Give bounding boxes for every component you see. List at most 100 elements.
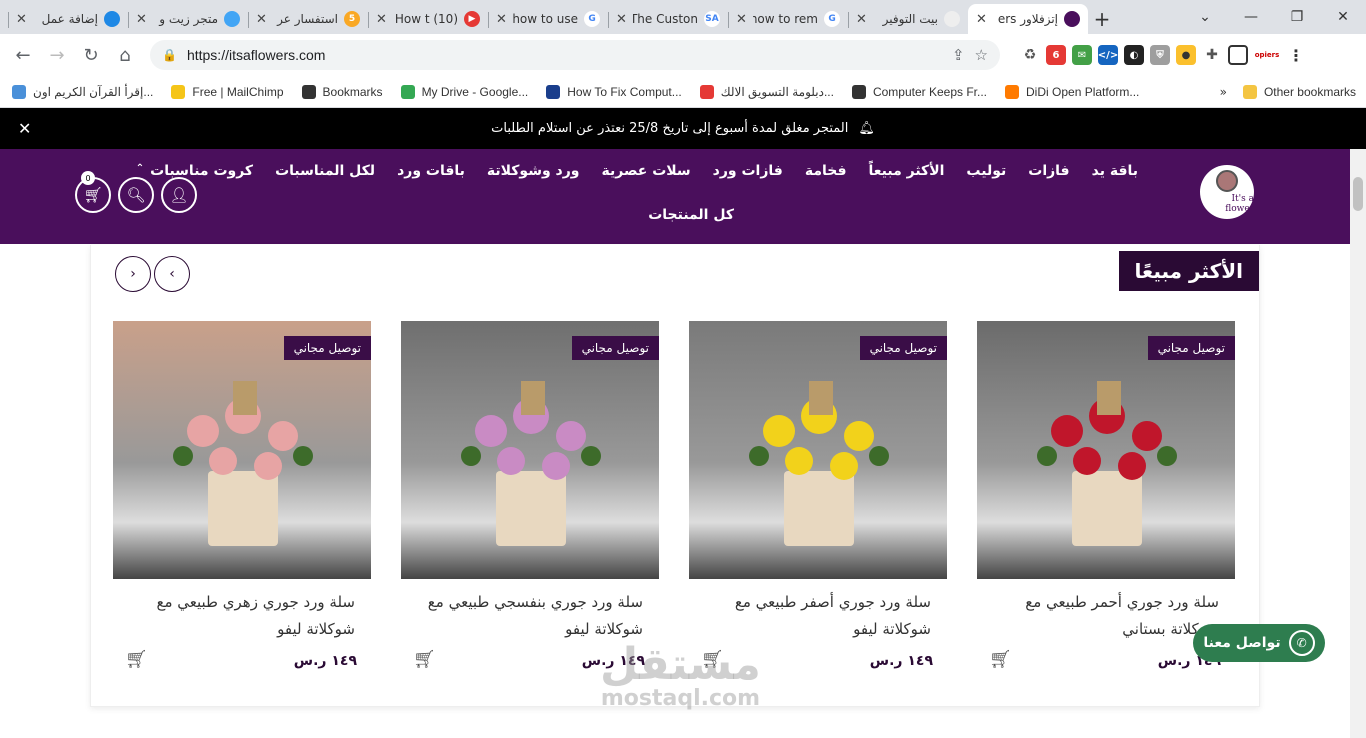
product-card[interactable]: توصيل مجاني سلة ورد جوري بنفسجي طبيعي مع …: [401, 321, 659, 670]
menu-item[interactable]: فخامة: [805, 163, 847, 179]
product-name[interactable]: سلة ورد جوري زهري طبيعي مع شوكلاتة ليفو: [113, 589, 363, 643]
ext-dark-icon[interactable]: ◐: [1124, 45, 1144, 65]
carousel-next-button[interactable]: ›: [115, 256, 151, 292]
product-card[interactable]: توصيل مجاني سلة ورد جوري أصفر طبيعي مع شو…: [689, 321, 947, 670]
close-icon[interactable]: ✕: [18, 119, 31, 138]
back-icon[interactable]: ←: [8, 40, 38, 70]
search-button[interactable]: 🔍︎: [118, 177, 154, 213]
browser-tab[interactable]: ▶ (10) How t ✕: [368, 4, 488, 34]
browser-tab[interactable]: إضافة عمل ✕: [8, 4, 128, 34]
site-logo[interactable]: It's a flower: [1200, 165, 1254, 219]
menu-item[interactable]: سلات عصرية: [602, 163, 691, 179]
tab-close-icon[interactable]: ✕: [616, 12, 627, 27]
browser-tab[interactable]: Ghow to use ✕: [488, 4, 608, 34]
profile-ext-icon[interactable]: opiers: [1254, 45, 1280, 65]
product-price: ١٤٩ ر.س: [293, 653, 357, 669]
tab-title: The Custon: [632, 12, 698, 26]
ext-green-icon[interactable]: ✉: [1072, 45, 1092, 65]
tab-close-icon[interactable]: ✕: [496, 12, 507, 27]
ext-shield-icon[interactable]: ⛨: [1150, 45, 1170, 65]
ext-yellow-icon[interactable]: ●: [1176, 45, 1196, 65]
whatsapp-contact-button[interactable]: ✆ تواصل معنا: [1193, 624, 1325, 662]
carousel-prev-button[interactable]: ‹: [154, 256, 190, 292]
browser-tab[interactable]: متجر زيت و ✕: [128, 4, 248, 34]
bookmark-item[interactable]: دبلومة التسويق الالك...: [699, 84, 834, 99]
browser-tab[interactable]: Ghow to rem ✕: [728, 4, 848, 34]
recycle-ext-icon[interactable]: ♻: [1020, 45, 1040, 65]
ext-code-icon[interactable]: </>: [1098, 45, 1118, 65]
product-name[interactable]: سلة ورد جوري أصفر طبيعي مع شوكلاتة ليفو: [689, 589, 939, 643]
tab-close-icon[interactable]: ✕: [376, 12, 387, 27]
product-name[interactable]: سلة ورد جوري أحمر طبيعي مع شوكلاتة بستان…: [977, 589, 1227, 643]
browser-toolbar: ← → ↻ ⌂ 🔒 https://itsaflowers.com ⇪ ☆ ♻ …: [0, 34, 1366, 76]
menu-item[interactable]: ورد وشوكلاتة: [487, 163, 580, 179]
browser-tab[interactable]: إتزفلاور ers ✕: [968, 4, 1088, 34]
share-icon[interactable]: ⇪: [952, 46, 965, 64]
free-delivery-badge: توصيل مجاني: [859, 336, 947, 360]
menu-item[interactable]: فازات ورد: [713, 163, 783, 179]
window-close-icon[interactable]: ✕: [1320, 0, 1366, 34]
star-icon[interactable]: ☆: [975, 46, 988, 64]
bookmark-item[interactable]: DiDi Open Platform...: [1005, 84, 1139, 99]
scrollbar-track-top[interactable]: [1350, 149, 1366, 245]
sidepanel-icon[interactable]: [1228, 45, 1248, 65]
product-card[interactable]: توصيل مجاني سلة ورد جوري أحمر طبيعي مع شو…: [977, 321, 1235, 670]
lock-icon[interactable]: 🔒: [162, 48, 177, 62]
product-image[interactable]: توصيل مجاني: [113, 321, 371, 579]
product-image[interactable]: توصيل مجاني: [977, 321, 1235, 579]
menu-item[interactable]: توليب: [966, 163, 1006, 179]
new-tab-icon[interactable]: +: [1088, 4, 1116, 34]
add-to-cart-icon[interactable]: 🛒︎: [989, 649, 1012, 670]
home-icon[interactable]: ⌂: [110, 40, 140, 70]
browser-tab[interactable]: 5 استفسار عر ✕: [248, 4, 368, 34]
menu-item[interactable]: باقة يد: [1092, 163, 1138, 179]
bookmark-item[interactable]: إقرأ القرآن الكريم اون...: [12, 84, 153, 99]
ext-red-icon[interactable]: 6: [1046, 45, 1066, 65]
bookmark-item[interactable]: How To Fix Comput...: [546, 84, 682, 99]
menu-item-all-products[interactable]: كل المنتجات: [648, 207, 734, 223]
bookmarks-overflow-icon[interactable]: »: [1220, 85, 1227, 99]
browser-tab[interactable]: بيت التوفير ✕: [848, 4, 968, 34]
forward-icon[interactable]: →: [42, 40, 72, 70]
product-image[interactable]: توصيل مجاني: [689, 321, 947, 579]
menu-item[interactable]: الأكثر مبيعاً: [869, 163, 945, 179]
scrollbar-thumb[interactable]: [1353, 177, 1363, 211]
tab-title: how to use: [512, 12, 578, 26]
tab-close-icon[interactable]: ✕: [256, 12, 267, 27]
menu-item[interactable]: باقات ورد: [397, 163, 465, 179]
tab-close-icon[interactable]: ✕: [856, 12, 867, 27]
product-image[interactable]: توصيل مجاني: [401, 321, 659, 579]
bookmark-icon: [301, 84, 316, 99]
menu-dots-icon[interactable]: ⋮: [1286, 45, 1306, 65]
browser-tab[interactable]: SA The Custon ✕: [608, 4, 728, 34]
bookmark-item[interactable]: Computer Keeps Fr...: [851, 84, 987, 99]
address-bar[interactable]: 🔒 https://itsaflowers.com ⇪ ☆: [150, 40, 1000, 70]
other-bookmarks[interactable]: Other bookmarks: [1242, 84, 1356, 99]
menu-item[interactable]: فازات: [1028, 163, 1069, 179]
add-to-cart-icon[interactable]: 🛒︎: [125, 649, 148, 670]
tab-close-icon[interactable]: ✕: [136, 12, 147, 27]
menu-item[interactable]: كروت مناسبات: [150, 163, 253, 179]
puzzle-icon[interactable]: ✚: [1202, 45, 1222, 65]
free-delivery-badge: توصيل مجاني: [1147, 336, 1235, 360]
tab-close-icon[interactable]: ✕: [736, 12, 747, 27]
menu-item[interactable]: لكل المناسبات: [275, 163, 375, 179]
bookmark-item[interactable]: Bookmarks: [301, 84, 383, 99]
cart-button[interactable]: 0 🛒︎: [75, 171, 111, 213]
tab-search-icon[interactable]: ⌄: [1182, 0, 1228, 34]
bookmark-icon: [699, 84, 714, 99]
tab-close-icon[interactable]: ✕: [16, 12, 27, 27]
announcement-text: المتجر مغلق لمدة أسبوع إلى تاريخ 25/8 نع…: [491, 121, 849, 136]
product-name[interactable]: سلة ورد جوري بنفسجي طبيعي مع شوكلاتة ليف…: [401, 589, 651, 643]
account-button[interactable]: 👤︎: [161, 177, 197, 213]
bookmark-item[interactable]: Free | MailChimp: [171, 84, 284, 99]
minimize-icon[interactable]: —: [1228, 0, 1274, 34]
product-card[interactable]: توصيل مجاني سلة ورد جوري زهري طبيعي مع شو…: [113, 321, 371, 670]
maximize-icon[interactable]: ❐: [1274, 0, 1320, 34]
reload-icon[interactable]: ↻: [76, 40, 106, 70]
scrollbar-track[interactable]: [1350, 245, 1366, 738]
tab-close-icon[interactable]: ✕: [976, 12, 987, 27]
add-to-cart-icon[interactable]: 🛒︎: [413, 649, 436, 670]
bell-icon: 🔔︎: [858, 121, 875, 136]
bookmark-item[interactable]: My Drive - Google...: [400, 84, 528, 99]
